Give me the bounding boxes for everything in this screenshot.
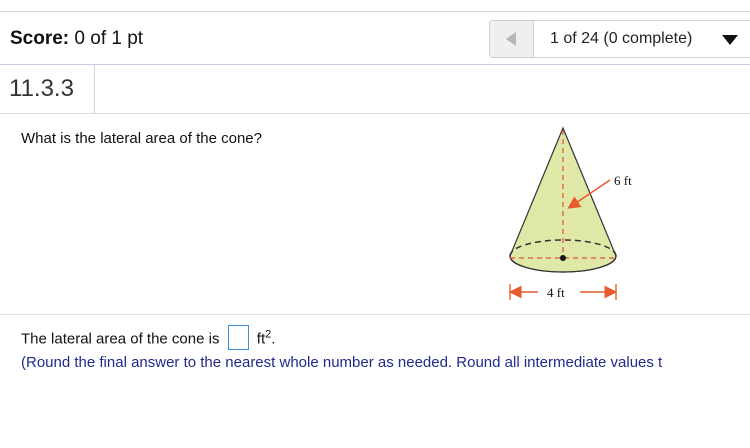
diameter-label: 4 ft [547,285,565,300]
slant-label: 6 ft [614,173,632,188]
score-value: 0 of 1 pt [74,28,144,49]
question-id-bar: 11.3.3 [0,65,750,114]
question-prompt: What is the lateral area of the cone? [21,130,262,147]
question-id: 11.3.3 [0,65,95,113]
answer-suffix: . [271,330,276,348]
section-divider [0,314,750,315]
question-number: 11.3.3 [9,75,74,102]
caret-down-icon[interactable] [722,35,738,45]
cone-figure: 6 ft 4 ft [500,122,650,310]
question-progress[interactable]: 1 of 24 (0 complete) [550,30,692,48]
previous-question-button[interactable] [490,21,534,57]
score: Score: 0 of 1 pt [10,28,143,50]
top-strip [0,0,750,12]
question-navigator: 1 of 24 (0 complete) [489,20,750,58]
score-bar: Score: 0 of 1 pt 1 of 24 (0 complete) [0,12,750,65]
score-label: Score: [10,28,70,49]
rounding-note: (Round the final answer to the nearest w… [21,354,663,371]
answer-unit: ft [256,330,266,348]
answer-prefix: The lateral area of the cone is [21,330,220,348]
cone-center-dot [560,255,566,261]
answer-line: The lateral area of the cone is ft2. [21,325,276,352]
answer-input[interactable] [227,325,249,350]
